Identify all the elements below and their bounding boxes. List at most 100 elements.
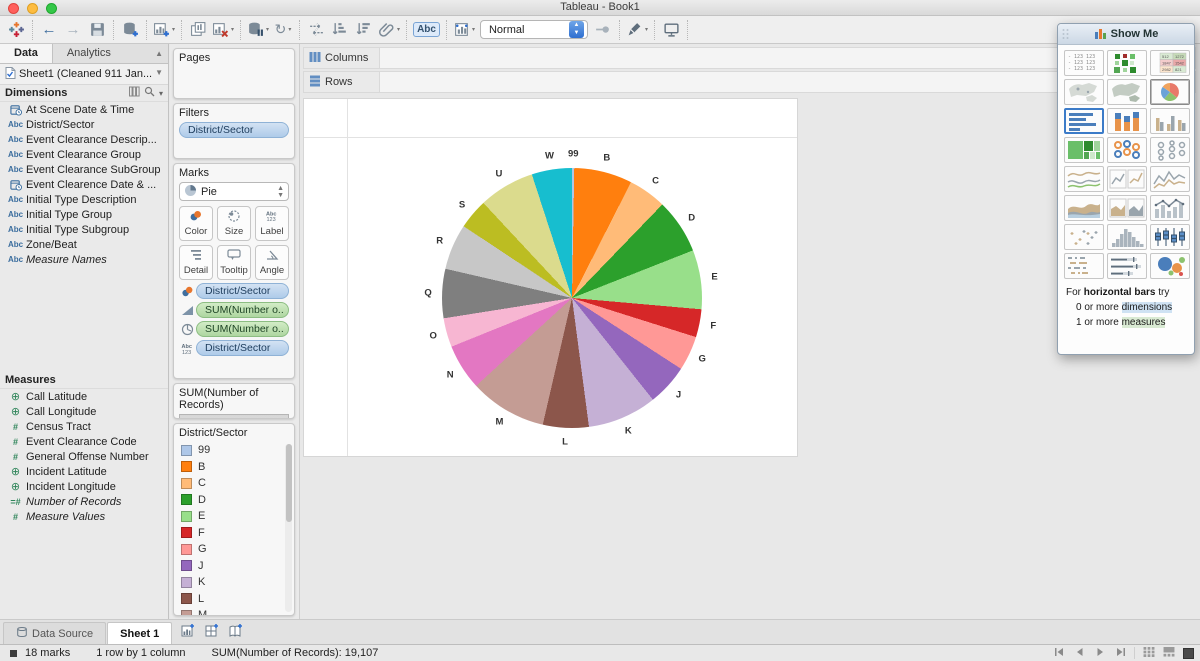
dimension-field-event-clearance-subgroup[interactable]: Abc Event Clearance SubGroup bbox=[0, 162, 168, 177]
presentation-mode-button[interactable] bbox=[659, 19, 683, 41]
show-me-lines-continuous[interactable] bbox=[1064, 166, 1104, 192]
pause-auto-updates-button[interactable]: ▾ bbox=[245, 19, 271, 41]
dimension-field-at-scene-date-time[interactable]: At Scene Date & Time bbox=[0, 102, 168, 117]
pane-control-icon[interactable]: ▲ ▼ bbox=[150, 44, 168, 77]
save-button[interactable] bbox=[85, 19, 109, 41]
show-me-scatter-plot[interactable] bbox=[1064, 224, 1104, 250]
legend-item-k[interactable]: K bbox=[179, 574, 284, 591]
new-worksheet-button[interactable]: ▾ bbox=[151, 19, 177, 41]
measure-field-call-latitude[interactable]: ⊕ Call Latitude bbox=[0, 389, 168, 404]
dropdown-caret-icon[interactable]: ▾ bbox=[472, 26, 475, 33]
datasource-item[interactable]: Sheet1 (Cleaned 911 Jan... bbox=[0, 64, 168, 85]
color-button[interactable]: Color bbox=[179, 206, 213, 241]
view-as-columns-icon[interactable] bbox=[128, 86, 140, 100]
fit-select[interactable]: Normal ▲ ▼ bbox=[479, 20, 588, 39]
dimension-field-event-clearance-descrip[interactable]: Abc Event Clearance Descrip... bbox=[0, 132, 168, 147]
redo-button[interactable]: → bbox=[61, 19, 85, 41]
show-me-filled-map[interactable] bbox=[1107, 79, 1147, 105]
show-me-horizontal-bars[interactable] bbox=[1064, 108, 1104, 134]
filmstrip-button[interactable] bbox=[1163, 646, 1175, 660]
legend-item-d[interactable]: D bbox=[179, 492, 284, 509]
tab-data[interactable]: Data bbox=[0, 44, 53, 63]
legend-item-f[interactable]: F bbox=[179, 525, 284, 542]
show-me-line-chart[interactable] bbox=[1150, 166, 1190, 192]
show-me-packed-bubbles[interactable] bbox=[1150, 253, 1190, 279]
dropdown-caret-icon[interactable]: ▾ bbox=[288, 26, 291, 33]
pin-button[interactable] bbox=[591, 19, 615, 41]
show-me-bullet-graph[interactable] bbox=[1107, 253, 1147, 279]
measure-field-incident-latitude[interactable]: ⊕ Incident Latitude bbox=[0, 464, 168, 479]
dropdown-caret-icon[interactable]: ▾ bbox=[645, 26, 648, 33]
show-me-side-by-side-bars[interactable] bbox=[1150, 108, 1190, 134]
pie-chart[interactable] bbox=[442, 168, 702, 428]
show-me-symbol-map[interactable] bbox=[1064, 79, 1104, 105]
show-me-box-and-whisker[interactable] bbox=[1150, 224, 1190, 250]
show-me-treemap[interactable] bbox=[1064, 137, 1104, 163]
legend-item-99[interactable]: 99 bbox=[179, 442, 284, 459]
measure-field-number-of-records[interactable]: =# Number of Records bbox=[0, 494, 168, 509]
swap-axes-button[interactable] bbox=[304, 19, 328, 41]
fit-stepper-icon[interactable]: ▲ ▼ bbox=[568, 21, 584, 38]
show-me-text-table[interactable]: - 123 123- 123 123- 123 123 bbox=[1064, 50, 1104, 76]
nav-next-button[interactable] bbox=[1094, 647, 1106, 660]
measure-field-census-tract[interactable]: # Census Tract bbox=[0, 419, 168, 434]
pill-sum-number-o[interactable]: SUM(Number o.. bbox=[196, 302, 289, 318]
filters-shelf[interactable]: Filters District/Sector bbox=[173, 103, 295, 159]
close-window-icon[interactable] bbox=[8, 3, 19, 14]
sort-descending-button[interactable] bbox=[352, 19, 376, 41]
legend-item-m[interactable]: M bbox=[179, 607, 284, 615]
show-me-pie-chart[interactable] bbox=[1150, 79, 1190, 105]
legend-item-c[interactable]: C bbox=[179, 475, 284, 492]
drag-grip-icon[interactable] bbox=[1061, 28, 1073, 40]
legend-item-b[interactable]: B bbox=[179, 459, 284, 476]
pill-district-sector[interactable]: District/Sector bbox=[196, 283, 289, 299]
sheet-sorter-button[interactable] bbox=[1143, 646, 1155, 660]
measure-field-call-longitude[interactable]: ⊕ Call Longitude bbox=[0, 404, 168, 419]
dropdown-caret-icon[interactable]: ▾ bbox=[172, 26, 175, 33]
legend-item-g[interactable]: G bbox=[179, 541, 284, 558]
pane-menu-caret-icon[interactable]: ▾ bbox=[159, 89, 163, 98]
new-worksheet-tab-button[interactable] bbox=[181, 623, 195, 640]
show-me-gantt[interactable] bbox=[1064, 253, 1104, 279]
color-legend-card[interactable]: District/Sector 99 B C D E F G J K L M bbox=[173, 423, 295, 616]
show-me-histogram[interactable] bbox=[1107, 224, 1147, 250]
pill-district-sector[interactable]: District/Sector bbox=[179, 122, 289, 138]
show-me-circle-views[interactable] bbox=[1107, 137, 1147, 163]
highlight-button[interactable]: ▾ bbox=[624, 19, 650, 41]
dimension-field-measure-names[interactable]: Abc Measure Names bbox=[0, 252, 168, 267]
show-me-stacked-bars[interactable] bbox=[1107, 108, 1147, 134]
minimize-window-icon[interactable] bbox=[27, 3, 38, 14]
dropdown-caret-icon[interactable]: ▾ bbox=[397, 26, 400, 33]
show-me-highlight-table[interactable]: 512 1272 1847 1542 2982 821 bbox=[1150, 50, 1190, 76]
nav-first-button[interactable] bbox=[1054, 647, 1066, 660]
tab-analytics[interactable]: Analytics bbox=[53, 44, 125, 63]
dropdown-caret-icon[interactable]: ▾ bbox=[266, 26, 269, 33]
show-me-area-continuous[interactable] bbox=[1064, 195, 1104, 221]
show-me-heat-map[interactable] bbox=[1107, 50, 1147, 76]
new-story-button[interactable] bbox=[229, 623, 243, 640]
fix-axes-button[interactable]: ▾ bbox=[451, 19, 477, 41]
sort-ascending-button[interactable] bbox=[328, 19, 352, 41]
dimension-field-initial-type-description[interactable]: Abc Initial Type Description bbox=[0, 192, 168, 207]
measure-field-general-offense-number[interactable]: # General Offense Number bbox=[0, 449, 168, 464]
nav-prev-button[interactable] bbox=[1074, 647, 1086, 660]
size-button[interactable]: Size bbox=[217, 206, 251, 241]
dimension-field-initial-type-group[interactable]: Abc Initial Type Group bbox=[0, 207, 168, 222]
add-data-source-button[interactable] bbox=[118, 19, 142, 41]
size-legend-card[interactable]: SUM(Number of Records) 19,107 bbox=[173, 383, 295, 419]
show-me-side-by-side-circles[interactable] bbox=[1150, 137, 1190, 163]
dimension-field-district-sector[interactable]: Abc District/Sector bbox=[0, 117, 168, 132]
measure-field-incident-longitude[interactable]: ⊕ Incident Longitude bbox=[0, 479, 168, 494]
show-me-dual-combination[interactable] bbox=[1150, 195, 1190, 221]
new-dashboard-button[interactable] bbox=[205, 623, 219, 640]
clear-sheet-button[interactable]: ▾ bbox=[210, 19, 236, 41]
show-me-lines-discrete[interactable] bbox=[1107, 166, 1147, 192]
legend-scrollbar[interactable] bbox=[285, 444, 292, 612]
pages-shelf[interactable]: Pages bbox=[173, 48, 295, 99]
dimension-field-event-clearance-group[interactable]: Abc Event Clearance Group bbox=[0, 147, 168, 162]
pill-sum-number-o[interactable]: SUM(Number o.. bbox=[196, 321, 289, 337]
detail-button[interactable]: Detail bbox=[179, 245, 213, 280]
show-mark-labels-button[interactable]: Abc bbox=[411, 19, 442, 41]
search-icon[interactable] bbox=[144, 86, 155, 100]
mark-type-dropdown[interactable]: Pie ▲ ▼ bbox=[179, 182, 289, 201]
